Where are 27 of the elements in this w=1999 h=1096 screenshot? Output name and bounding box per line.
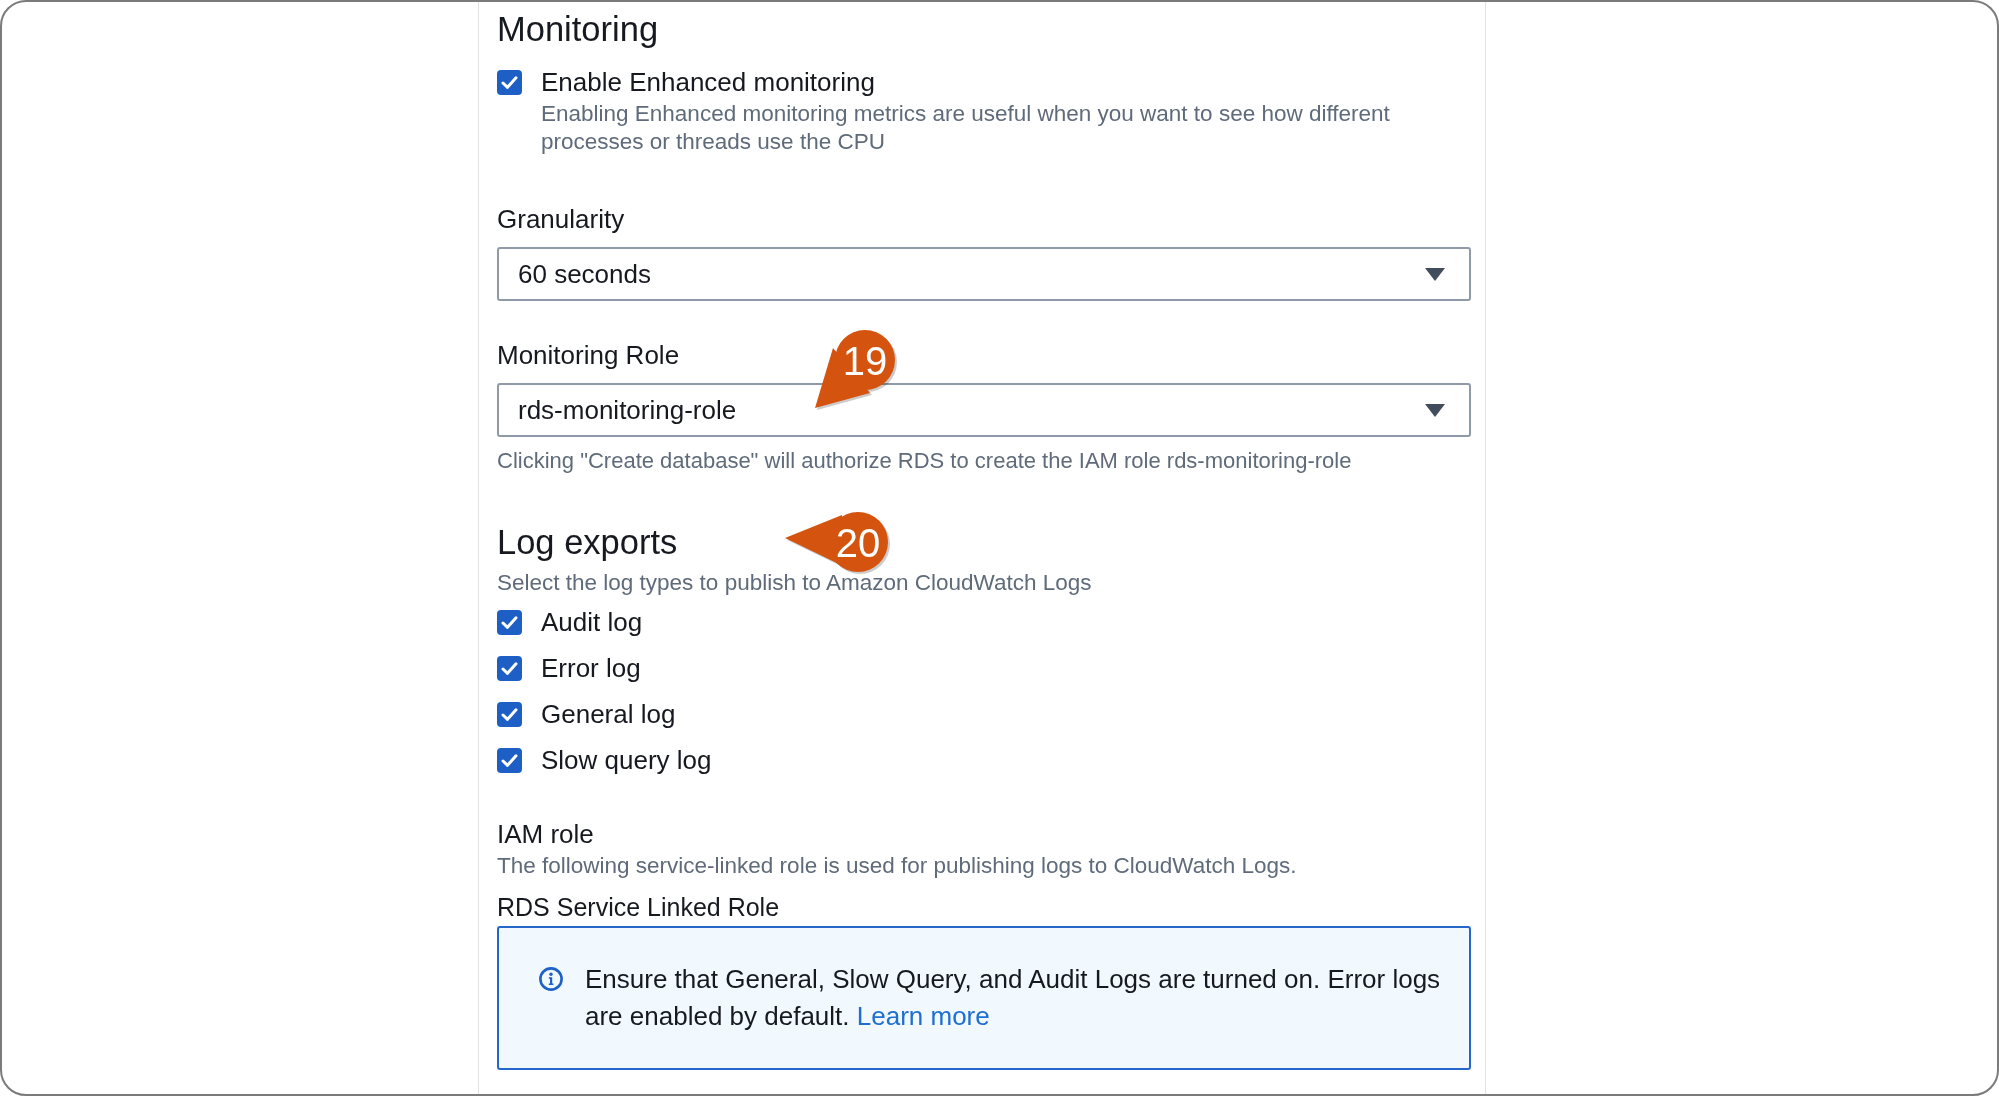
description-text: Select the log types to publish to Amazon CloudWatch Logs (497, 570, 1092, 596)
checkbox-label: Error log (541, 653, 641, 683)
checkbox-label: Enable Enhanced monitoring (541, 67, 875, 97)
checkbox[interactable] (497, 69, 522, 95)
field-label: IAM role (497, 819, 594, 849)
field-label: Monitoring Role (497, 340, 680, 370)
section-heading: Monitoring (497, 9, 659, 49)
info-icon (539, 967, 563, 991)
checkbox-label: Audit log (541, 607, 643, 637)
description-text: The following service-linked role is used for publishing logs to CloudWatch Logs. (497, 853, 1297, 879)
caret-icon (1425, 403, 1445, 417)
dropdown-select[interactable]: rds-monitoring-role (497, 383, 1471, 437)
checkbox-label: General log (541, 699, 676, 729)
checkbox[interactable] (497, 609, 522, 635)
checkbox[interactable] (497, 655, 522, 681)
hint-text: Clicking "Create database" will authorize RDS to create the IAM role rds-monitoring-role (497, 448, 1352, 474)
info-message: Ensure that General, Slow Query, and Audit Logs are turned on. Error logs are enabled by default. Learn more (585, 963, 1442, 1033)
dropdown-select[interactable]: 60 seconds (497, 247, 1471, 301)
role-name: RDS Service Linked Role (497, 892, 780, 922)
checkbox[interactable] (497, 747, 522, 773)
checkbox-label: Slow query log (541, 745, 712, 775)
section-heading: Log exports (497, 522, 678, 562)
checkbox[interactable] (497, 701, 522, 727)
caret-icon (1425, 267, 1445, 281)
field-label: Granularity (497, 204, 625, 234)
description-text: Enabling Enhanced monitoring metrics are useful when you want to see how different processes or threads use the CPU (541, 100, 1391, 156)
learn-more-link[interactable]: Learn more (856, 1001, 990, 1031)
